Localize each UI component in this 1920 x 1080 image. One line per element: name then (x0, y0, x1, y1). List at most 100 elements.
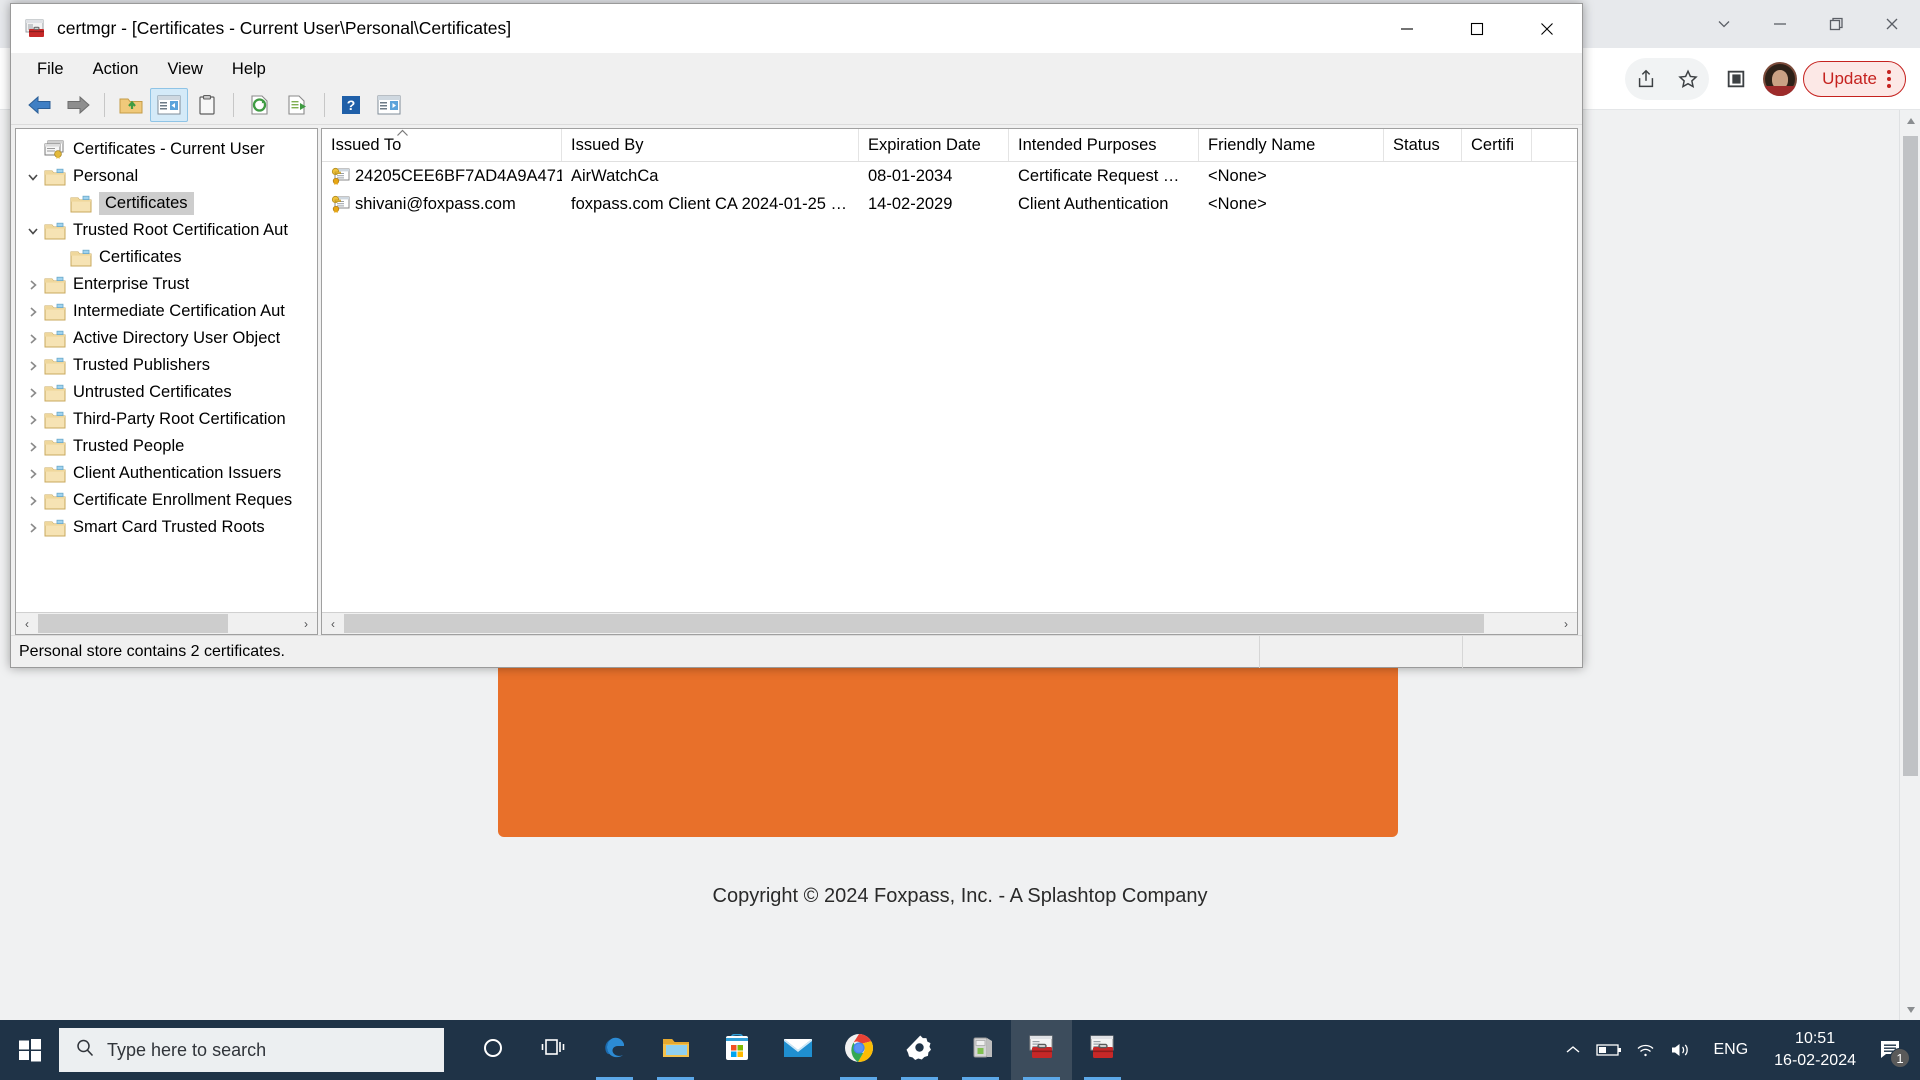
scroll-up-arrow-icon[interactable] (1900, 110, 1920, 131)
taskbar-microsoft-store-button[interactable] (706, 1020, 767, 1080)
column-header-friendly-name[interactable]: Friendly Name (1199, 129, 1384, 161)
chevron-right-icon[interactable] (22, 382, 44, 404)
share-icon[interactable] (1625, 58, 1667, 100)
taskbar-cortana-button[interactable] (462, 1020, 523, 1080)
tree-item-trusted-publishers[interactable]: Trusted Publishers (16, 352, 317, 379)
battery-icon[interactable] (1591, 1020, 1627, 1080)
tree-item-client-authentication-issuers[interactable]: Client Authentication Issuers (16, 460, 317, 487)
wifi-icon[interactable] (1627, 1020, 1663, 1080)
taskbar-certmgr-button[interactable] (1072, 1020, 1133, 1080)
tree-item-active-directory-user-object[interactable]: Active Directory User Object (16, 325, 317, 352)
taskbar-task-view-button[interactable] (523, 1020, 584, 1080)
column-header-intended-purposes[interactable]: Intended Purposes (1009, 129, 1199, 161)
tree-item-certificates[interactable]: Certificates (16, 244, 317, 271)
language-indicator[interactable]: ENG (1699, 1041, 1762, 1059)
column-header-expiration-date[interactable]: Expiration Date (859, 129, 1009, 161)
chevron-right-icon[interactable] (22, 409, 44, 431)
folder-icon (44, 411, 66, 429)
browser-restore-button[interactable] (1808, 4, 1864, 44)
certmgr-title-bar[interactable]: certmgr - [Certificates - Current User\P… (11, 4, 1582, 54)
list-scroll-track[interactable] (344, 613, 1555, 634)
chevron-down-icon[interactable] (22, 220, 44, 242)
tree-item-certificate-enrollment-reques[interactable]: Certificate Enrollment Reques (16, 487, 317, 514)
certificate-row[interactable]: shivani@foxpass.com foxpass.com Client CA… (322, 190, 1577, 218)
chevron-right-icon[interactable] (22, 463, 44, 485)
chevron-right-icon[interactable] (22, 490, 44, 512)
browser-minimize-button[interactable] (1752, 4, 1808, 44)
taskbar-search-box[interactable]: Type here to search (59, 1028, 444, 1072)
taskbar-settings-button[interactable] (889, 1020, 950, 1080)
update-button[interactable]: Update (1803, 61, 1906, 97)
browser-tab-list-chevron-icon[interactable] (1696, 4, 1752, 44)
scroll-right-arrow-icon[interactable]: › (295, 613, 317, 634)
start-button[interactable] (0, 1020, 59, 1080)
list-horizontal-scrollbar[interactable]: ‹ › (322, 612, 1577, 634)
browser-menu-kebab-icon[interactable] (1887, 70, 1891, 88)
tree-item-trusted-people[interactable]: Trusted People (16, 433, 317, 460)
menu-file[interactable]: File (25, 56, 76, 83)
scroll-left-arrow-icon[interactable]: ‹ (322, 613, 344, 634)
tree-item-enterprise-trust[interactable]: Enterprise Trust (16, 271, 317, 298)
column-header-status[interactable]: Status (1384, 129, 1462, 161)
page-vertical-scrollbar[interactable] (1899, 110, 1920, 1020)
profile-avatar[interactable] (1763, 62, 1798, 96)
tree-item-smart-card-trusted-roots[interactable]: Smart Card Trusted Roots (16, 514, 317, 541)
scroll-down-arrow-icon[interactable] (1900, 999, 1920, 1020)
menu-action[interactable]: Action (81, 56, 151, 83)
chevron-right-icon[interactable] (22, 301, 44, 323)
taskbar-clock[interactable]: 10:51 16-02-2024 (1762, 1028, 1868, 1071)
folder-up-icon[interactable] (112, 88, 150, 122)
console-tree-icon[interactable] (150, 87, 188, 122)
chevron-down-icon[interactable] (22, 166, 44, 188)
certmgr-close-button[interactable] (1512, 4, 1582, 54)
chevron-right-icon[interactable] (22, 517, 44, 539)
action-center-button[interactable]: 1 (1868, 1020, 1914, 1080)
list-scroll-thumb[interactable] (344, 614, 1484, 633)
taskbar-certmgr-button[interactable] (1011, 1020, 1072, 1080)
clipboard-icon[interactable] (188, 88, 226, 122)
tree-item-certificates[interactable]: Certificates (16, 190, 317, 217)
help-icon[interactable]: ? (332, 88, 370, 122)
cell-issued-to: 24205CEE6BF7AD4A9A471F0F76… (322, 167, 562, 186)
certmgr-minimize-button[interactable] (1372, 4, 1442, 54)
chevron-right-icon[interactable] (22, 274, 44, 296)
tree-scroll-track[interactable] (38, 613, 295, 634)
column-header-issued-by[interactable]: Issued By (562, 129, 859, 161)
menu-help[interactable]: Help (220, 56, 278, 83)
tree-item-untrusted-certificates[interactable]: Untrusted Certificates (16, 379, 317, 406)
scroll-right-arrow-icon[interactable]: › (1555, 613, 1577, 634)
tree-item-trusted-root-certification-aut[interactable]: Trusted Root Certification Aut (16, 217, 317, 244)
scroll-left-arrow-icon[interactable]: ‹ (16, 613, 38, 634)
taskbar-mail-button[interactable] (767, 1020, 828, 1080)
tree-horizontal-scrollbar[interactable]: ‹ › (16, 612, 317, 634)
cell-intended-purposes: Client Authentication (1009, 195, 1199, 214)
chevron-right-icon[interactable] (22, 328, 44, 350)
volume-icon[interactable] (1663, 1020, 1699, 1080)
taskbar-microsoft-edge-button[interactable] (584, 1020, 645, 1080)
export-list-icon[interactable] (279, 88, 317, 122)
favorite-star-icon[interactable] (1667, 58, 1709, 100)
chevron-right-icon[interactable] (22, 436, 44, 458)
show-hidden-icons-icon[interactable] (1555, 1020, 1591, 1080)
collections-icon[interactable] (1715, 58, 1757, 100)
taskbar-services-button[interactable] (950, 1020, 1011, 1080)
column-header-certifi[interactable]: Certifi (1462, 129, 1532, 161)
back-button[interactable] (21, 88, 59, 122)
refresh-icon[interactable] (241, 88, 279, 122)
tree-scroll-thumb[interactable] (38, 614, 228, 633)
tree-item-personal[interactable]: Personal (16, 163, 317, 190)
column-header-issued-to[interactable]: Issued To (322, 129, 562, 161)
taskbar-file-explorer-button[interactable] (645, 1020, 706, 1080)
certificate-row[interactable]: 24205CEE6BF7AD4A9A471F0F76… AirWatchCa 08-… (322, 162, 1577, 190)
menu-view[interactable]: View (155, 56, 214, 83)
action-pane-icon[interactable] (370, 88, 408, 122)
tree-root-node[interactable]: Certificates - Current User (16, 136, 317, 163)
browser-close-button[interactable] (1864, 4, 1920, 44)
tree-item-intermediate-certification-aut[interactable]: Intermediate Certification Aut (16, 298, 317, 325)
page-scrollbar-thumb[interactable] (1903, 136, 1918, 776)
chevron-right-icon[interactable] (22, 355, 44, 377)
forward-button[interactable] (59, 88, 97, 122)
taskbar-google-chrome-button[interactable] (828, 1020, 889, 1080)
tree-item-third-party-root-certification[interactable]: Third-Party Root Certification (16, 406, 317, 433)
certmgr-maximize-button[interactable] (1442, 4, 1512, 54)
